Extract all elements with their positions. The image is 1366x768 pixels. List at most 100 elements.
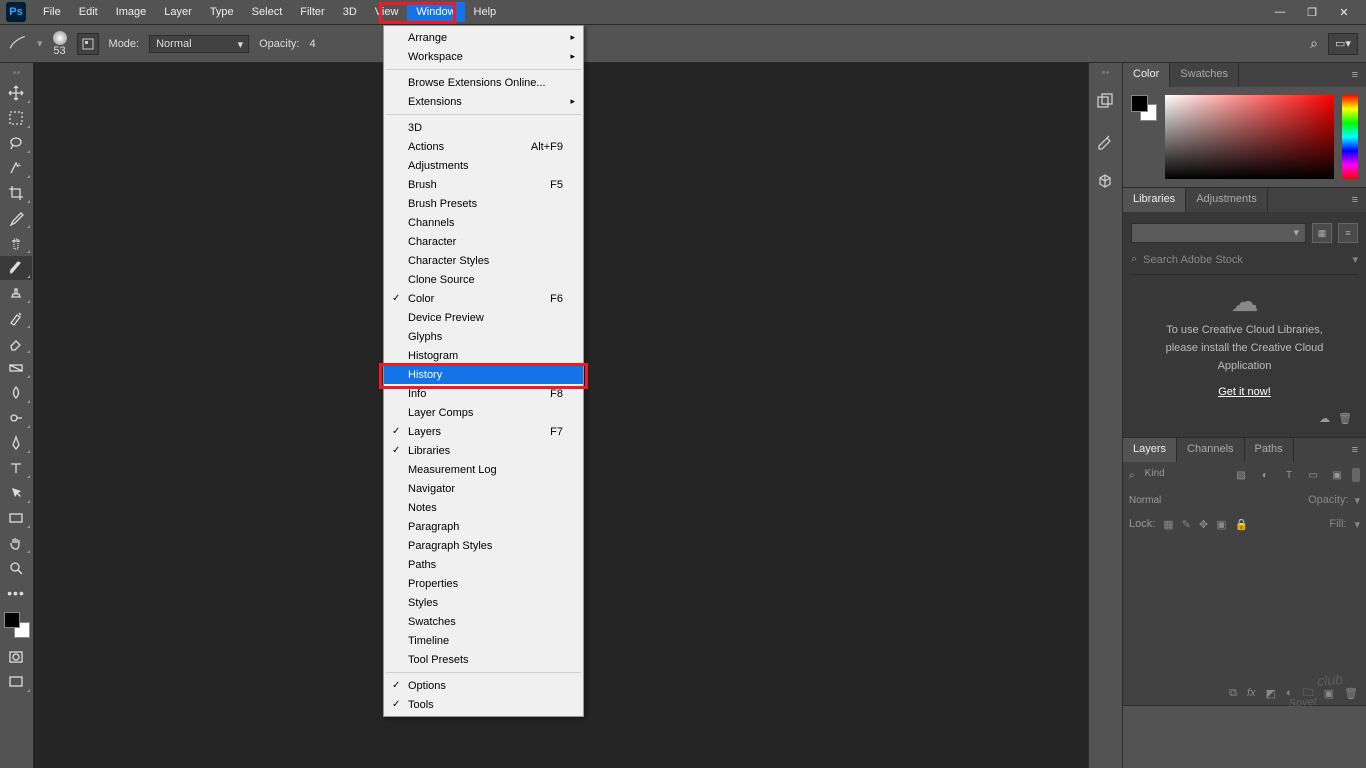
filter-adjustment-icon[interactable]: ◐: [1256, 466, 1274, 484]
menu-3d[interactable]: 3D: [334, 2, 366, 22]
menu-item-clone-source[interactable]: Clone Source: [384, 270, 583, 289]
close-button[interactable]: ✕: [1338, 6, 1350, 19]
filter-shape-icon[interactable]: ▭: [1304, 466, 1322, 484]
menu-item-arrange[interactable]: Arrange: [384, 28, 583, 47]
tab-paths[interactable]: Paths: [1245, 438, 1294, 462]
menu-item-adjustments[interactable]: Adjustments: [384, 156, 583, 175]
menu-item-libraries[interactable]: ✓Libraries: [384, 441, 583, 460]
blur-tool[interactable]: [0, 381, 32, 405]
move-tool[interactable]: [0, 81, 32, 105]
marquee-tool[interactable]: [0, 106, 32, 130]
menu-item-color[interactable]: ✓ColorF6: [384, 289, 583, 308]
quick-select-tool[interactable]: [0, 156, 32, 180]
color-swatch[interactable]: [4, 612, 30, 638]
quick-mask-toggle[interactable]: [0, 645, 32, 669]
eraser-tool[interactable]: [0, 331, 32, 355]
workspace-switcher[interactable]: ▭▾: [1328, 33, 1358, 55]
menu-item-notes[interactable]: Notes: [384, 498, 583, 517]
menu-image[interactable]: Image: [107, 2, 156, 22]
menu-item-measurement-log[interactable]: Measurement Log: [384, 460, 583, 479]
blend-mode-select[interactable]: Normal: [149, 35, 249, 53]
tab-layers[interactable]: Layers: [1123, 438, 1177, 462]
lock-all-icon[interactable]: 🔒: [1235, 518, 1249, 531]
tab-channels[interactable]: Channels: [1177, 438, 1244, 462]
history-panel-icon[interactable]: [1089, 88, 1121, 114]
menu-item-history[interactable]: History: [384, 365, 583, 384]
menu-select[interactable]: Select: [243, 2, 292, 22]
dropdown-caret[interactable]: ▾: [37, 37, 43, 50]
hand-tool[interactable]: [0, 531, 32, 555]
menu-item-paths[interactable]: Paths: [384, 555, 583, 574]
rectangle-tool[interactable]: [0, 506, 32, 530]
edit-toolbar[interactable]: •••: [0, 581, 32, 605]
screen-mode-toggle[interactable]: [0, 670, 32, 694]
layer-filter-kind[interactable]: Kind: [1141, 466, 1226, 484]
library-select[interactable]: [1131, 223, 1306, 243]
clone-stamp-tool[interactable]: [0, 281, 32, 305]
menu-file[interactable]: File: [34, 2, 70, 22]
panel-color-swatch[interactable]: [1131, 95, 1157, 121]
panel-grip[interactable]: [0, 71, 33, 77]
menu-window[interactable]: Window: [407, 2, 464, 22]
menu-item-paragraph-styles[interactable]: Paragraph Styles: [384, 536, 583, 555]
adjustment-layer-icon[interactable]: ◐: [1286, 687, 1293, 699]
menu-item-brush-presets[interactable]: Brush Presets: [384, 194, 583, 213]
link-layers-icon[interactable]: ⧉: [1229, 687, 1237, 700]
panel-menu-icon[interactable]: ≡: [1344, 63, 1366, 87]
menu-item-info[interactable]: InfoF8: [384, 384, 583, 403]
color-field[interactable]: [1165, 95, 1334, 179]
filter-type-icon[interactable]: T: [1280, 466, 1298, 484]
trash-icon[interactable]: 🗑: [1338, 412, 1352, 425]
new-layer-icon[interactable]: ▣: [1324, 687, 1334, 700]
properties-panel-icon[interactable]: [1089, 128, 1121, 154]
menu-item-brush[interactable]: BrushF5: [384, 175, 583, 194]
menu-item-device-preview[interactable]: Device Preview: [384, 308, 583, 327]
stock-search-input[interactable]: Search Adobe Stock: [1143, 254, 1346, 266]
menu-item-actions[interactable]: ActionsAlt+F9: [384, 137, 583, 156]
dodge-tool[interactable]: [0, 406, 32, 430]
cloud-sync-icon[interactable]: ☁: [1319, 412, 1330, 425]
menu-item-navigator[interactable]: Navigator: [384, 479, 583, 498]
menu-item-glyphs[interactable]: Glyphs: [384, 327, 583, 346]
blend-mode-select[interactable]: Normal: [1129, 495, 1302, 506]
menu-type[interactable]: Type: [201, 2, 243, 22]
zoom-tool[interactable]: [0, 556, 32, 580]
healing-brush-tool[interactable]: [0, 231, 32, 255]
menu-item-extensions[interactable]: Extensions: [384, 92, 583, 111]
menu-layer[interactable]: Layer: [155, 2, 201, 22]
filter-pixel-icon[interactable]: ▧: [1232, 466, 1250, 484]
menu-item-3d[interactable]: 3D: [384, 118, 583, 137]
dropdown-caret[interactable]: ▾: [1354, 518, 1360, 531]
menu-item-character-styles[interactable]: Character Styles: [384, 251, 583, 270]
lasso-tool[interactable]: [0, 131, 32, 155]
search-icon[interactable]: ⌕: [1310, 35, 1318, 52]
layer-mask-icon[interactable]: ◩: [1266, 687, 1276, 700]
type-tool[interactable]: [0, 456, 32, 480]
maximize-button[interactable]: ❐: [1306, 6, 1318, 19]
dropdown-caret[interactable]: ▾: [1352, 253, 1358, 266]
minimize-button[interactable]: —: [1274, 6, 1286, 19]
crop-tool[interactable]: [0, 181, 32, 205]
menu-item-layer-comps[interactable]: Layer Comps: [384, 403, 583, 422]
menu-filter[interactable]: Filter: [291, 2, 333, 22]
lock-position-icon[interactable]: ✥: [1199, 518, 1208, 531]
tab-adjustments[interactable]: Adjustments: [1186, 188, 1268, 212]
panel-menu-icon[interactable]: ≡: [1344, 438, 1366, 462]
panel-menu-icon[interactable]: ≡: [1344, 188, 1366, 212]
menu-item-properties[interactable]: Properties: [384, 574, 583, 593]
gradient-tool[interactable]: [0, 356, 32, 380]
get-it-now-link[interactable]: Get it now!: [1218, 386, 1271, 398]
menu-item-swatches[interactable]: Swatches: [384, 612, 583, 631]
menu-item-character[interactable]: Character: [384, 232, 583, 251]
dropdown-caret[interactable]: ▾: [1354, 494, 1360, 507]
eyedropper-tool[interactable]: [0, 206, 32, 230]
menu-item-options[interactable]: ✓Options: [384, 676, 583, 695]
tool-preset-icon[interactable]: [8, 34, 27, 53]
menu-item-tool-presets[interactable]: Tool Presets: [384, 650, 583, 669]
menu-item-histogram[interactable]: Histogram: [384, 346, 583, 365]
history-brush-tool[interactable]: [0, 306, 32, 330]
layer-fx-icon[interactable]: fx: [1247, 687, 1256, 699]
trash-icon[interactable]: 🗑: [1344, 687, 1358, 700]
tab-libraries[interactable]: Libraries: [1123, 188, 1186, 212]
path-select-tool[interactable]: [0, 481, 32, 505]
